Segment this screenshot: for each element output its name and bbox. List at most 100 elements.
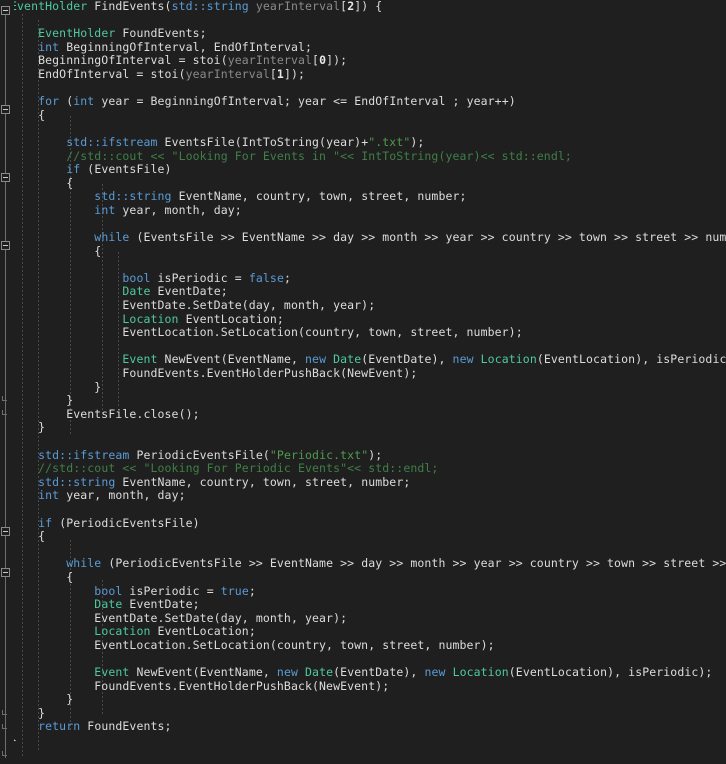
code-line[interactable]: return FoundEvents; [0,720,726,734]
code-line[interactable] [0,435,726,449]
code-line[interactable]: while (PeriodicEventsFile >> EventName >… [0,557,726,571]
token-cmt: //std::cout << "Looking For Periodic Eve… [38,461,439,476]
code-line[interactable]: { [0,569,726,585]
code-line[interactable]: for (int year = BeginningOfInterval; yea… [0,94,726,109]
token-plain: FoundEvents.EventHolderPushBack(NewEvent… [10,678,390,693]
code-line[interactable]: int year, month, day; [0,202,726,218]
token-plain: } [10,692,74,707]
token-num: 1 [276,66,284,81]
fold-marker-if-eventsfile[interactable] [1,173,10,182]
code-line[interactable]: } [0,706,726,721]
code-line[interactable]: { [0,107,726,123]
code-line[interactable]: std::string EventName, country, town, st… [0,190,726,204]
code-line[interactable]: } [0,692,726,707]
code-line[interactable]: std::ifstream EventsFile(IntToString(yea… [0,135,726,150]
code-line[interactable] [0,503,726,517]
code-line[interactable]: Date EventDate; [0,285,726,299]
code-line[interactable]: EventLocation.SetLocation(country, town,… [0,638,726,653]
code-line[interactable] [0,14,726,28]
token-param: yearInterval [227,53,313,68]
token-type: Date [333,352,362,367]
code-line[interactable]: std::string EventName, country, town, st… [0,474,726,490]
token-key: new [305,352,327,367]
token-plain: EndOfInterval = stoi( [10,66,186,81]
code-line[interactable] [0,258,726,272]
fold-marker-while-periodic[interactable] [1,568,10,577]
fold-end-if-periodic [2,724,7,729]
fold-marker-for-loop[interactable] [1,105,10,114]
fold-end-function [2,751,7,756]
code-line[interactable]: //std::cout << "Looking For Events in "<… [0,149,726,164]
code-line[interactable]: BeginningOfInterval = stoi(yearInterval[… [0,54,726,68]
token-key: int [38,39,60,54]
fold-marker-while-events[interactable] [1,241,10,250]
code-line[interactable]: Event NewEvent(EventName, new Date(Event… [0,353,726,367]
token-key: bool [122,270,151,285]
code-line[interactable]: bool isPeriodic = true; [0,584,726,599]
code-line[interactable] [0,218,726,232]
token-plain: (EventLocation), isPeriodic); [536,352,726,367]
code-line[interactable]: } [0,421,726,435]
code-line[interactable]: EndOfInterval = stoi(yearInterval[1]); [0,66,726,82]
code-line[interactable]: FoundEvents.EventHolderPushBack(NewEvent… [0,678,726,694]
code-line[interactable]: } [0,379,726,395]
fold-marker-function[interactable] [1,6,10,15]
fold-marker-if-periodic[interactable] [1,527,10,536]
token-plain: isPeriodic = [150,270,249,285]
fold-gutter[interactable] [0,0,14,764]
code-line[interactable]: if (PeriodicEventsFile) [0,516,726,531]
code-line[interactable]: int year, month, day; [0,489,726,503]
token-plain: } [10,420,46,435]
code-editor[interactable]: EventHolder FindEvents(std::string yearI… [0,0,726,764]
code-line[interactable]: int BeginningOfInterval, EndOfInterval; [0,39,726,55]
token-ns: std::string [38,474,116,489]
token-plain: FindEvents( [87,0,172,13]
code-line[interactable]: { [0,176,726,191]
code-line[interactable] [0,340,726,354]
token-ns: std::ifstream [38,447,130,462]
token-plain: ]); [283,66,306,81]
code-line[interactable]: Event NewEvent(EventName, new Date(Event… [0,665,726,680]
code-line[interactable]: EventDate.SetDate(day, month, year); [0,298,726,313]
code-line[interactable]: EventsFile.close(); [0,407,726,422]
code-line[interactable]: EventHolder FoundEvents; [0,26,726,41]
token-plain: year, month, day; [115,202,242,217]
token-type: Date [94,597,123,612]
code-line[interactable] [0,653,726,667]
code-line[interactable]: EventLocation.SetLocation(country, town,… [0,325,726,340]
code-line[interactable]: } [0,733,726,748]
code-line[interactable]: } [0,393,726,408]
code-line[interactable]: Location EventLocation; [0,312,726,327]
code-line[interactable]: { [0,244,726,259]
code-line[interactable]: FoundEvents.EventHolderPushBack(NewEvent… [0,366,726,381]
code-content[interactable]: EventHolder FindEvents(std::string yearI… [0,0,726,761]
code-line[interactable]: if (EventsFile) [0,162,726,177]
token-key: while [66,556,102,571]
token-plain: (EventDate), [361,352,453,367]
code-line[interactable]: { [0,529,726,544]
token-plain: FoundEvents; [115,26,207,41]
token-plain: } [10,379,102,394]
code-line[interactable]: //std::cout << "Looking For Periodic Eve… [0,461,726,476]
code-line[interactable] [0,82,726,96]
code-line[interactable]: std::ifstream PeriodicEventsFile("Period… [0,447,726,463]
token-plain: { [10,569,74,584]
code-line[interactable]: EventDate.SetDate(day, month, year); [0,611,726,626]
token-plain: [ [269,66,277,81]
token-plain: { [10,107,46,122]
code-line[interactable]: bool isPeriodic = false; [0,270,726,286]
code-line[interactable] [0,544,726,558]
code-line[interactable]: Date EventDate; [0,597,726,612]
code-line[interactable] [0,748,726,762]
fold-end-while-periodic [2,710,7,715]
code-line[interactable]: while (EventsFile >> EventName >> day >>… [0,230,726,245]
code-line[interactable] [0,122,726,136]
code-line[interactable]: EventHolder FindEvents(std::string yearI… [0,0,726,14]
code-line[interactable]: Location EventLocation; [0,625,726,639]
